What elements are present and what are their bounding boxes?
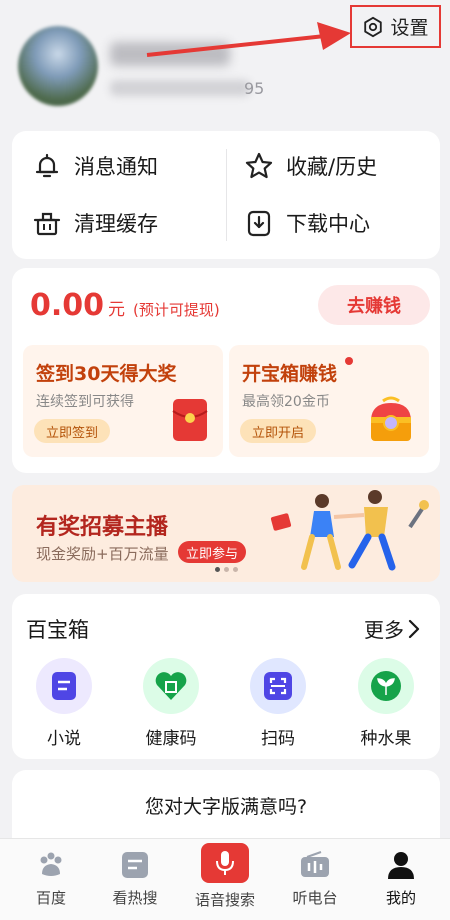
- task-desc: 最高领20金币: [242, 394, 330, 410]
- tab-mine[interactable]: 我的: [356, 849, 446, 908]
- download-icon: [247, 210, 271, 237]
- toolbox-title: 百宝箱: [26, 618, 89, 642]
- toolbox-item-label: 扫码: [261, 729, 295, 749]
- toolbox-item-label: 种水果: [360, 729, 412, 749]
- banner-title: 有奖招募主播: [36, 515, 169, 540]
- task-treasure-box[interactable]: 开宝箱赚钱 最高领20金币 立即开启: [229, 345, 429, 457]
- tab-voice-search[interactable]: 语音搜索: [180, 843, 270, 910]
- bottom-tab-bar: 百度 看热搜 语音搜索 听电台 我的: [0, 838, 450, 920]
- tab-radio[interactable]: 听电台: [270, 849, 360, 908]
- carousel-dots: [215, 567, 238, 572]
- menu-item-label: 下载中心: [286, 212, 370, 236]
- treasure-chest-icon: [371, 396, 411, 441]
- profile-header: 95 设置: [0, 0, 450, 125]
- tab-label: 百度: [35, 889, 66, 907]
- open-box-button[interactable]: 立即开启: [240, 419, 317, 443]
- tab-hot-search[interactable]: 看热搜: [90, 849, 180, 908]
- novel-icon: [36, 658, 92, 714]
- amount-value: 0.00: [30, 288, 105, 323]
- quick-menu-card: 消息通知 收藏/历史 清理缓存 下载中心: [12, 131, 440, 259]
- banner-subtitle: 现金奖励+百万流量: [36, 545, 169, 563]
- fruit-sprout-icon: [358, 658, 414, 714]
- user-id-tail: 95: [244, 79, 265, 98]
- menu-item-label: 清理缓存: [74, 212, 158, 236]
- checkin-button[interactable]: 立即签到: [34, 419, 111, 443]
- amount-unit: 元: [108, 300, 126, 320]
- task-checkin[interactable]: 签到30天得大奖 连续签到可获得 立即签到: [23, 345, 223, 457]
- settings-button[interactable]: 设置: [350, 5, 441, 48]
- survey-question: 您对大字版满意吗?: [144, 796, 308, 818]
- bell-icon: [35, 153, 59, 178]
- menu-divider: [226, 149, 227, 241]
- earnings-card: 0.00 元 (预计可提现) 去赚钱 签到30天得大奖 连续签到可获得 立即签到…: [12, 268, 440, 473]
- user-id-blurred: [110, 80, 250, 96]
- toolbox-item-scan[interactable]: 扫码: [238, 658, 318, 749]
- dancing-people-illustration: [270, 490, 429, 571]
- task-desc: 连续签到可获得: [36, 394, 134, 410]
- streamer-recruit-banner[interactable]: 有奖招募主播 现金奖励+百万流量 立即参与: [12, 485, 440, 582]
- more-label: 更多: [364, 618, 404, 642]
- health-code-icon: [143, 658, 199, 714]
- avatar[interactable]: [18, 26, 98, 106]
- toolbox-item-health-code[interactable]: 健康码: [131, 658, 211, 749]
- tab-label: 语音搜索: [194, 891, 255, 909]
- settings-label: 设置: [390, 17, 429, 39]
- join-now-button[interactable]: 立即参与: [178, 541, 247, 563]
- amount-hint: (预计可提现): [133, 301, 220, 319]
- scan-icon: [250, 658, 306, 714]
- microphone-icon: [201, 843, 249, 883]
- toolbox-item-label: 小说: [47, 729, 81, 749]
- gear-icon: [364, 16, 383, 37]
- survey-card: 您对大字版满意吗?: [12, 770, 440, 840]
- menu-item-downloads[interactable]: 下载中心: [244, 208, 370, 238]
- user-icon: [385, 849, 417, 881]
- task-title: 签到30天得大奖: [36, 363, 177, 385]
- menu-item-label: 消息通知: [74, 155, 158, 179]
- toolbox-item-label: 健康码: [145, 729, 197, 749]
- star-icon: [245, 152, 273, 179]
- toolbox-card: 百宝箱 更多 小说 健康码 扫码 种水果: [12, 594, 440, 759]
- radio-icon: [299, 849, 331, 881]
- red-envelope-icon: [172, 399, 208, 441]
- menu-item-favorites-history[interactable]: 收藏/历史: [244, 151, 377, 181]
- menu-item-clear-cache[interactable]: 清理缓存: [32, 208, 158, 238]
- tab-label: 听电台: [292, 889, 338, 907]
- tab-label: 我的: [385, 889, 416, 907]
- menu-item-label: 收藏/历史: [286, 155, 378, 179]
- chevron-right-icon: [408, 619, 420, 638]
- menu-item-notifications[interactable]: 消息通知: [32, 151, 158, 181]
- task-title: 开宝箱赚钱: [242, 363, 338, 385]
- red-arrow-annotation: [146, 22, 351, 57]
- notification-dot: [345, 357, 353, 365]
- toolbox-item-novel[interactable]: 小说: [24, 658, 104, 749]
- hot-search-icon: [119, 849, 151, 881]
- tab-baidu[interactable]: 百度: [6, 849, 96, 908]
- trash-icon: [33, 212, 61, 236]
- toolbox-item-grow-fruit[interactable]: 种水果: [346, 658, 426, 749]
- tab-label: 看热搜: [112, 889, 158, 907]
- go-earn-button[interactable]: 去赚钱: [318, 285, 430, 325]
- more-link[interactable]: 更多: [364, 614, 420, 643]
- baidu-paw-icon: [35, 849, 67, 881]
- earnings-amount: 0.00 元 (预计可提现): [30, 288, 220, 323]
